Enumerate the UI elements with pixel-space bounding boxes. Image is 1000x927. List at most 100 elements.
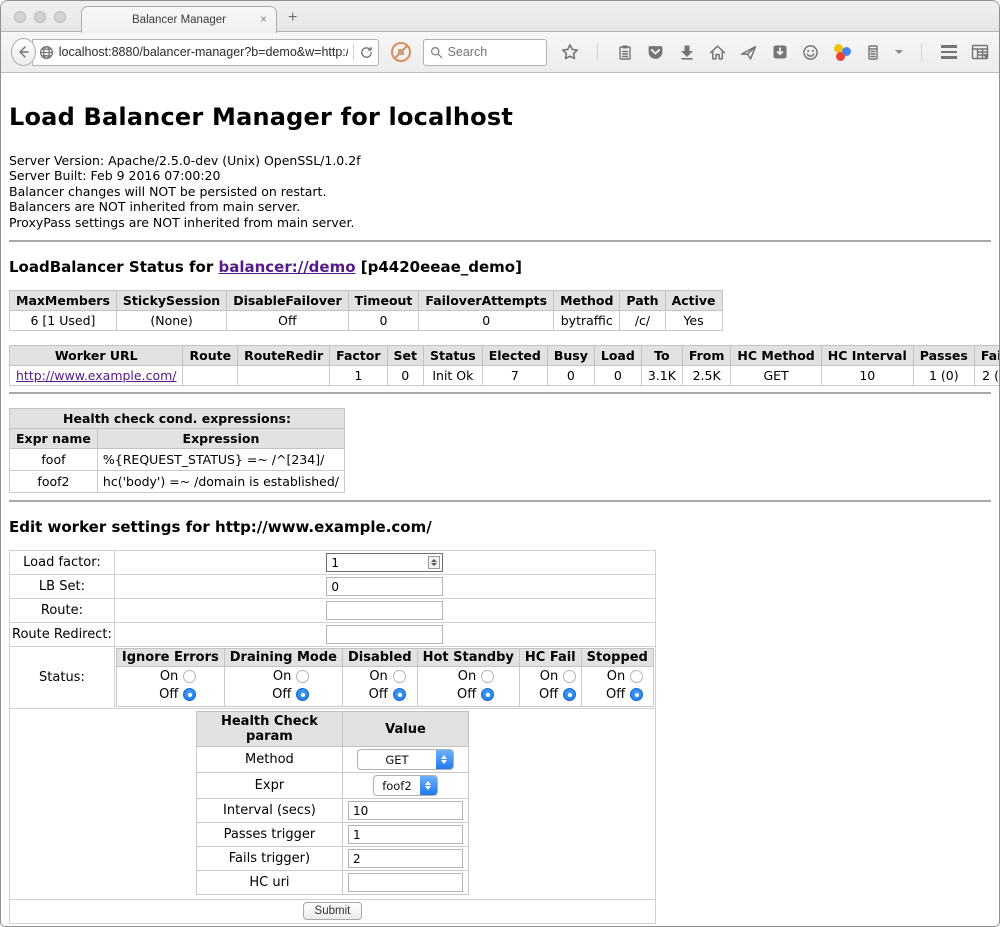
close-window-button[interactable] [14,11,26,23]
hc-uri-label: HC uri [196,871,342,895]
col-method: Method [554,291,620,311]
apps-grid-icon[interactable] [971,43,989,61]
download-icon[interactable] [678,43,696,61]
hc-interval-input[interactable] [348,801,463,820]
hc-method-select[interactable]: GET [357,749,454,770]
disabled-on-radio[interactable] [393,670,406,683]
hc-fails-input[interactable] [348,849,463,868]
reader-square-icon[interactable] [771,43,789,61]
col-load: Load [594,346,641,366]
expr-row-foof2: foof2 hc('body') =~ /domain is establish… [10,471,345,493]
tab-balancer-manager[interactable]: Balancer Manager × [81,6,277,33]
draining-mode-on-radio[interactable] [296,670,309,683]
on-label: On [273,669,291,684]
clipboard-icon[interactable] [616,43,634,61]
col-elected: Elected [482,346,547,366]
hc-expr-select[interactable]: foof2 [373,775,438,796]
bookmark-star-icon[interactable] [561,43,579,61]
col-hot-standby: Hot Standby [417,649,519,667]
cell-passes: 1 (0) [913,366,974,386]
col-status: Status [424,346,483,366]
cell-expr-name: foof2 [10,471,98,493]
forum-smiley-icon[interactable] [802,43,820,61]
load-factor-input[interactable] [326,553,443,572]
back-button[interactable] [11,38,36,66]
hc-expr-row: Expr foof2 [196,773,468,799]
worker-url-link[interactable]: http://www.example.com/ [16,368,176,383]
route-redirect-input[interactable] [326,625,443,644]
url-bar[interactable] [32,39,379,66]
search-box[interactable] [423,39,547,66]
colored-dots-icon[interactable] [833,43,851,61]
hot-standby-on-radio[interactable] [481,670,494,683]
cell-timeout: 0 [348,311,419,331]
balancer-demo-link[interactable]: balancer://demo [218,258,355,276]
status-header-row: Ignore Errors Draining Mode Disabled Hot… [116,649,653,667]
send-plane-icon[interactable] [740,43,758,61]
col-fails: Fails [974,346,999,366]
on-label: On [369,669,387,684]
stopped-off-radio[interactable] [630,688,643,701]
cell-routeredir [238,366,330,386]
adblock-icon[interactable] [390,41,412,63]
disabled-off-radio[interactable] [393,688,406,701]
minimize-window-button[interactable] [34,11,46,23]
hc-fail-on-radio[interactable] [563,670,576,683]
window-controls[interactable] [14,11,66,23]
zoom-window-button[interactable] [54,11,66,23]
toolbar-divider-2 [921,43,922,61]
url-input[interactable] [59,45,348,59]
expr-title-row: Health check cond. expressions: [10,409,345,429]
col-hc-param: Health Check param [196,712,342,747]
divider [9,392,991,394]
draining-mode-off-radio[interactable] [296,688,309,701]
hc-method-row: Method GET [196,747,468,773]
status-row: Status: Ignore Errors Draining Mode Disa… [10,647,656,709]
home-icon[interactable] [709,43,727,61]
balancer-heading-suffix: [p4420eeae_demo] [356,258,522,276]
new-tab-button[interactable]: + [288,9,297,27]
submit-button[interactable]: Submit [303,902,363,920]
tab-close-icon[interactable]: × [260,13,267,25]
hc-expr-value: foof2 [374,776,420,795]
route-input[interactable] [326,601,443,620]
pocket-icon[interactable] [647,43,665,61]
cell-path: /c/ [620,311,665,331]
hc-fails-label: Fails trigger) [196,847,342,871]
reload-icon[interactable] [359,45,374,60]
search-input[interactable] [448,45,540,59]
container-icon[interactable] [864,43,882,61]
cell-elected: 7 [482,366,547,386]
hc-fail-off-radio[interactable] [563,688,576,701]
cell-fails: 2 (0) [974,366,999,386]
lb-set-input[interactable] [326,577,443,596]
dropdown-caret-icon[interactable] [895,50,903,54]
ignore-errors-on-radio[interactable] [183,670,196,683]
health-check-table: Health Check param Value Method GET [196,711,469,895]
cell-from: 2.5K [682,366,731,386]
cell-stickysession: (None) [116,311,226,331]
hot-standby-off-radio[interactable] [481,688,494,701]
col-draining-mode: Draining Mode [224,649,342,667]
hc-uri-input[interactable] [348,873,463,892]
divider [9,500,991,502]
edit-worker-form: Load factor: LB Set: Route: Route Redire… [9,550,656,924]
col-disablefailover: DisableFailover [227,291,348,311]
ignore-errors-off-radio[interactable] [183,688,196,701]
col-expression: Expression [97,429,344,449]
status-table: Ignore Errors Draining Mode Disabled Hot… [116,648,654,707]
browser-window: Balancer Manager × + [0,0,1000,927]
route-redirect-row: Route Redirect: [10,623,656,647]
persist-notice-line: Balancer changes will NOT be persisted o… [9,184,991,199]
hc-passes-input[interactable] [348,825,463,844]
col-timeout: Timeout [348,291,419,311]
submit-row: Submit [10,900,656,924]
toolbar-divider [597,43,598,61]
stopped-on-radio[interactable] [630,670,643,683]
cell-factor: 1 [330,366,387,386]
col-set: Set [387,346,423,366]
cell-expression: %{REQUEST_STATUS} =~ /^[234]/ [97,449,344,471]
menu-icon[interactable] [940,43,958,61]
number-stepper-icon[interactable] [428,556,440,569]
cell-failoverattempts: 0 [419,311,554,331]
